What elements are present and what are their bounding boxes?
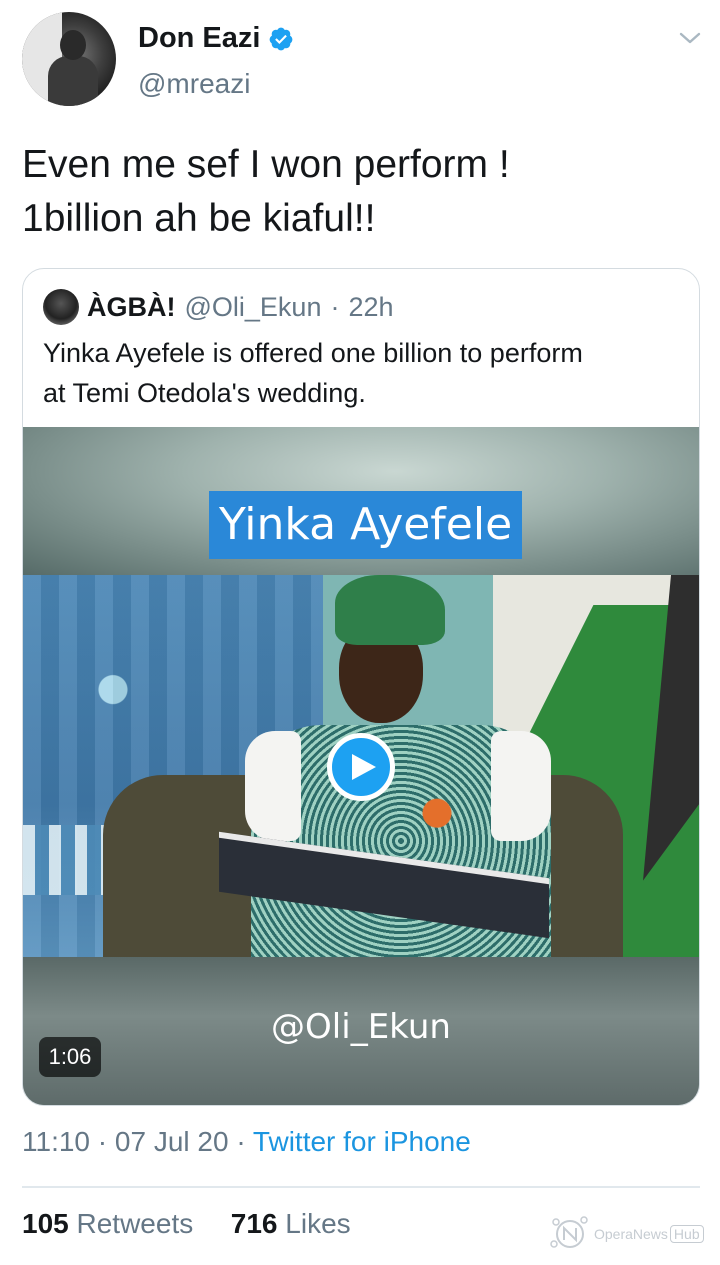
retweets-stat[interactable]: 105 Retweets — [22, 1208, 193, 1239]
tweet-stats: 105 Retweets 716 Likes — [22, 1208, 351, 1240]
quoted-tweet-text: Yinka Ayefele is offered one billion to … — [43, 333, 683, 413]
video-player[interactable]: Yinka Ayefele @Oli_Ekun 1:06 — [23, 427, 699, 1105]
chevron-down-icon[interactable] — [678, 28, 702, 48]
verified-badge-icon — [270, 27, 293, 50]
video-credit-area: @Oli_Ekun 1:06 — [23, 957, 699, 1105]
divider — [22, 1186, 700, 1188]
operanews-logo-icon — [550, 1216, 588, 1248]
author-name-row: Don Eazi — [138, 22, 294, 55]
retweets-label: Retweets — [76, 1208, 194, 1239]
quoted-author-name: ÀGBÀ! — [87, 291, 176, 322]
quoted-text-line: Yinka Ayefele is offered one billion to … — [43, 338, 583, 368]
tweet-text-line: 1billion ah be kiaful!! — [22, 197, 376, 240]
tweet-header: Don Eazi @mreazi — [0, 0, 720, 120]
tweet-timestamp: 11:10 · 07 Jul 20 · Twitter for iPhone — [22, 1126, 471, 1157]
video-caption-credit: @Oli_Ekun — [271, 1007, 451, 1047]
quoted-text-line: at Temi Otedola's wedding. — [43, 378, 366, 408]
watermark: OperaNews Hub — [548, 1212, 704, 1256]
video-duration-badge: 1:06 — [39, 1037, 101, 1077]
tweet-text: Even me sef I won perform ! 1billion ah … — [22, 138, 702, 246]
quoted-tweet-age: 22h — [348, 291, 394, 322]
likes-label: Likes — [285, 1208, 351, 1239]
quoted-tweet[interactable]: ÀGBÀ! @Oli_Ekun · 22h Yinka Ayefele is o… — [22, 268, 700, 1106]
retweets-count: 105 — [22, 1208, 69, 1239]
quoted-separator: · — [330, 291, 340, 322]
tweet-source-link[interactable]: Twitter for iPhone — [253, 1126, 471, 1157]
author-avatar[interactable] — [22, 12, 116, 106]
likes-stat[interactable]: 716 Likes — [231, 1208, 351, 1239]
quoted-author-avatar — [43, 289, 79, 325]
video-title-area: Yinka Ayefele — [23, 427, 699, 575]
likes-count: 716 — [230, 1208, 278, 1239]
tweet-time: 11:10 — [22, 1126, 90, 1157]
tweet-text-line: Even me sef I won perform ! — [22, 143, 510, 186]
play-button[interactable] — [327, 733, 395, 801]
author-handle[interactable]: @mreazi — [138, 68, 250, 100]
video-caption-title: Yinka Ayefele — [209, 491, 523, 559]
watermark-brand: OperaNews — [594, 1226, 668, 1242]
play-icon — [351, 754, 376, 780]
quoted-tweet-header: ÀGBÀ! @Oli_Ekun · 22h — [43, 289, 394, 325]
watermark-tag: Hub — [669, 1225, 704, 1243]
author-name[interactable]: Don Eazi — [138, 22, 260, 55]
quoted-author-handle: @Oli_Ekun — [184, 291, 322, 322]
tweet-date: 07 Jul 20 — [114, 1126, 229, 1157]
